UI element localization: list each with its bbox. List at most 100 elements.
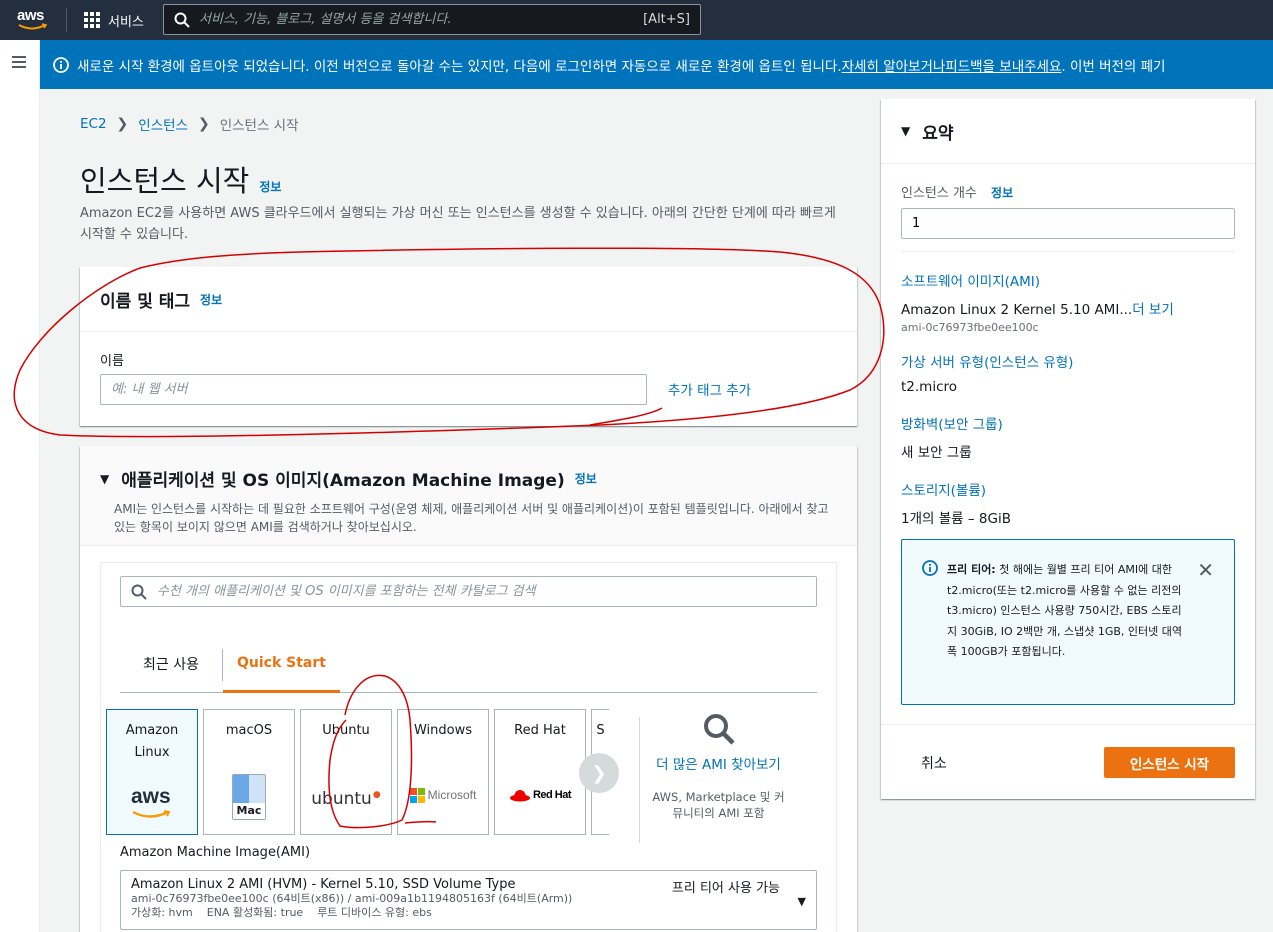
search-icon — [703, 714, 735, 745]
aws-smile-icon — [18, 23, 48, 30]
search-icon — [174, 12, 190, 28]
learn-more-link[interactable]: 자세히 알아보거나 — [842, 55, 946, 75]
summary-panel: ▼ 요약 인스턴스 개수 정보 소프트웨어 이미지(AMI) Amazon Li… — [881, 99, 1255, 799]
redhat-logo-icon: Red Hat — [495, 784, 585, 806]
caret-down-icon: ▼ — [901, 124, 911, 138]
microsoft-logo-icon: Microsoft — [398, 784, 488, 806]
name-tags-info-link[interactable]: 정보 — [200, 291, 222, 308]
search-icon — [131, 584, 147, 600]
instance-count-input[interactable] — [901, 208, 1235, 239]
summary-firewall-value: 새 보안 그룹 — [901, 445, 972, 461]
tab-recent[interactable]: 최근 사용 — [120, 635, 222, 693]
browse-more-ami-title: 더 많은 AMI 찾아보기 — [656, 757, 781, 773]
info-banner: 새로운 시작 환경에 옵트아웃 되었습니다. 이전 버전으로 돌아갈 수는 있지… — [40, 40, 1273, 89]
summary-title: 요약 — [922, 123, 954, 144]
add-tags-link[interactable]: 추가 태그 추가 — [668, 379, 751, 399]
redhat-logo-text: Red Hat — [532, 789, 572, 801]
caret-down-icon: ▼ — [797, 895, 806, 908]
os-card-ubuntu[interactable]: Ubuntu ubuntu ● — [300, 709, 392, 835]
breadcrumb-instances[interactable]: 인스턴스 — [138, 114, 188, 134]
launch-instance-button[interactable]: 인스턴스 시작 — [1104, 747, 1235, 778]
global-search-input[interactable] — [199, 12, 644, 27]
info-icon — [53, 56, 69, 73]
ami-search[interactable] — [120, 576, 817, 607]
cancel-button[interactable]: 취소 — [921, 753, 947, 773]
ami-tabs: 최근 사용 Quick Start — [120, 635, 817, 693]
summary-ami-section: 소프트웨어 이미지(AMI) Amazon Linux 2 Kernel 5.1… — [901, 251, 1235, 334]
os-card-label: macOS — [225, 723, 273, 738]
os-card-amazon-linux[interactable]: Amazon Linux aws — [106, 709, 198, 835]
ami-search-input[interactable] — [157, 584, 816, 599]
free-tier-text: 프리 티어: 첫 해에는 월별 프리 티어 AMI에 대한 t2.micro(또… — [947, 560, 1185, 663]
ami-panel: ▼ 애플리케이션 및 OS 이미지(Amazon Machine Image) … — [80, 446, 857, 932]
instance-count-label-row: 인스턴스 개수 정보 — [901, 182, 1235, 201]
page-title-text: 인스턴스 시작 — [80, 164, 250, 198]
ami-selected-meta: 가상화: hvm ENA 활성화됨: true 루트 디바이스 유형: ebs — [131, 906, 432, 919]
grid-icon — [84, 12, 100, 28]
nav-divider — [66, 8, 67, 32]
browse-more-ami-sub: AWS, Marketplace 및 커뮤니티의 AMI 포함 — [652, 790, 785, 820]
summary-ami-more-link[interactable]: 더 보기 — [1132, 302, 1174, 318]
name-label: 이름 — [100, 354, 124, 369]
os-card-macos[interactable]: macOS Mac — [203, 709, 295, 835]
ubuntu-logo-icon: ubuntu ● — [301, 788, 391, 810]
ami-title-row[interactable]: ▼ 애플리케이션 및 OS 이미지(Amazon Machine Image) … — [100, 466, 837, 491]
feedback-link[interactable]: 피드백을 보내주세요 — [945, 55, 1061, 75]
os-card-windows[interactable]: Windows Microsoft — [397, 709, 489, 835]
page-description: Amazon EC2를 사용하면 AWS 클라우드에서 실행되는 가상 머신 또… — [80, 206, 836, 242]
os-card-redhat[interactable]: Red Hat Red Hat — [494, 709, 586, 835]
name-tags-title: 이름 및 태그 — [100, 291, 191, 312]
summary-actions: 취소 인스턴스 시작 — [881, 724, 1255, 799]
summary-firewall-link[interactable]: 방화벽(보안 그룹) — [901, 413, 1235, 433]
menu-icon[interactable] — [12, 56, 26, 68]
name-tags-header: 이름 및 태그 정보 — [80, 267, 857, 332]
breadcrumb-ec2[interactable]: EC2 — [80, 116, 107, 132]
aws-logo[interactable]: aws — [16, 7, 52, 33]
ami-subtitle: AMI는 인스턴스를 시작하는 데 필요한 소프트웨어 구성(운영 체제, 애플… — [114, 502, 829, 534]
os-card-label: Ubuntu — [322, 723, 370, 738]
banner-text: 새로운 시작 환경에 옵트아웃 되었습니다. 이전 버전으로 돌아갈 수는 있지… — [77, 58, 842, 75]
page-info-link[interactable]: 정보 — [259, 178, 281, 195]
banner-tail: . 이번 버전의 폐기 — [1061, 58, 1166, 75]
services-menu-button[interactable]: 서비스 — [84, 10, 144, 30]
summary-storage-value: 1개의 볼륨 – 8GiB — [901, 511, 1011, 527]
top-navigation: aws 서비스 [Alt+S] — [0, 0, 1273, 40]
chevron-right-icon: ❯ — [591, 762, 607, 784]
ami-info-link[interactable]: 정보 — [575, 470, 597, 487]
free-tier-body: 첫 해에는 월별 프리 티어 AMI에 대한 t2.micro(또는 t2.mi… — [947, 563, 1182, 658]
search-shortcut: [Alt+S] — [643, 12, 690, 27]
instance-count-label: 인스턴스 개수 — [901, 186, 977, 201]
os-card-label: Amazon Linux — [125, 723, 179, 760]
mac-logo-text: Mac — [233, 803, 265, 819]
ami-select[interactable]: Amazon Linux 2 AMI (HVM) - Kernel 5.10, … — [120, 870, 817, 930]
summary-ami-value-row: Amazon Linux 2 Kernel 5.10 AMI...더 보기 — [901, 298, 1235, 318]
free-tier-alert: 프리 티어: 첫 해에는 월별 프리 티어 AMI에 대한 t2.micro(또… — [901, 539, 1235, 705]
name-tags-panel: 이름 및 태그 정보 이름 추가 태그 추가 — [80, 267, 857, 426]
summary-instance-type-link[interactable]: 가상 서버 유형(인스턴스 유형) — [901, 351, 1235, 371]
microsoft-logo-text: Microsoft — [427, 788, 477, 802]
aws-logo-text: aws — [131, 785, 171, 808]
browse-more-ami[interactable]: 더 많은 AMI 찾아보기 AWS, Marketplace 및 커뮤니티의 A… — [651, 713, 786, 821]
services-label: 서비스 — [108, 14, 144, 30]
tab-quick-start[interactable]: Quick Start — [223, 635, 340, 693]
summary-body: 인스턴스 개수 정보 소프트웨어 이미지(AMI) Amazon Linux 2… — [901, 164, 1235, 527]
ami-browser: 최근 사용 Quick Start Amazon Linux aws macOS… — [100, 562, 837, 932]
next-arrow-button[interactable]: ❯ — [579, 753, 619, 793]
ubuntu-circle-icon: ● — [372, 790, 381, 800]
ami-select-label: Amazon Machine Image(AMI) — [120, 845, 311, 860]
os-card-label: Windows — [413, 723, 473, 738]
name-input[interactable] — [100, 374, 647, 405]
summary-ami-id: ami-0c76973fbe0ee100c — [901, 321, 1039, 334]
summary-storage-link[interactable]: 스토리지(볼륨) — [901, 479, 1235, 499]
summary-ami-link[interactable]: 소프트웨어 이미지(AMI) — [901, 270, 1235, 290]
instance-count-info-link[interactable]: 정보 — [991, 186, 1013, 200]
close-icon[interactable]: ✕ — [1197, 558, 1214, 582]
global-search[interactable]: [Alt+S] — [163, 4, 701, 35]
free-tier-bold: 프리 티어: — [947, 563, 996, 576]
page-title: 인스턴스 시작 정보 — [80, 158, 281, 200]
summary-header[interactable]: ▼ 요약 — [881, 99, 1255, 164]
info-icon — [922, 560, 938, 576]
caret-down-icon: ▼ — [100, 471, 110, 486]
chevron-right-icon: ❯ — [197, 116, 210, 132]
breadcrumb-current: 인스턴스 시작 — [219, 118, 299, 134]
